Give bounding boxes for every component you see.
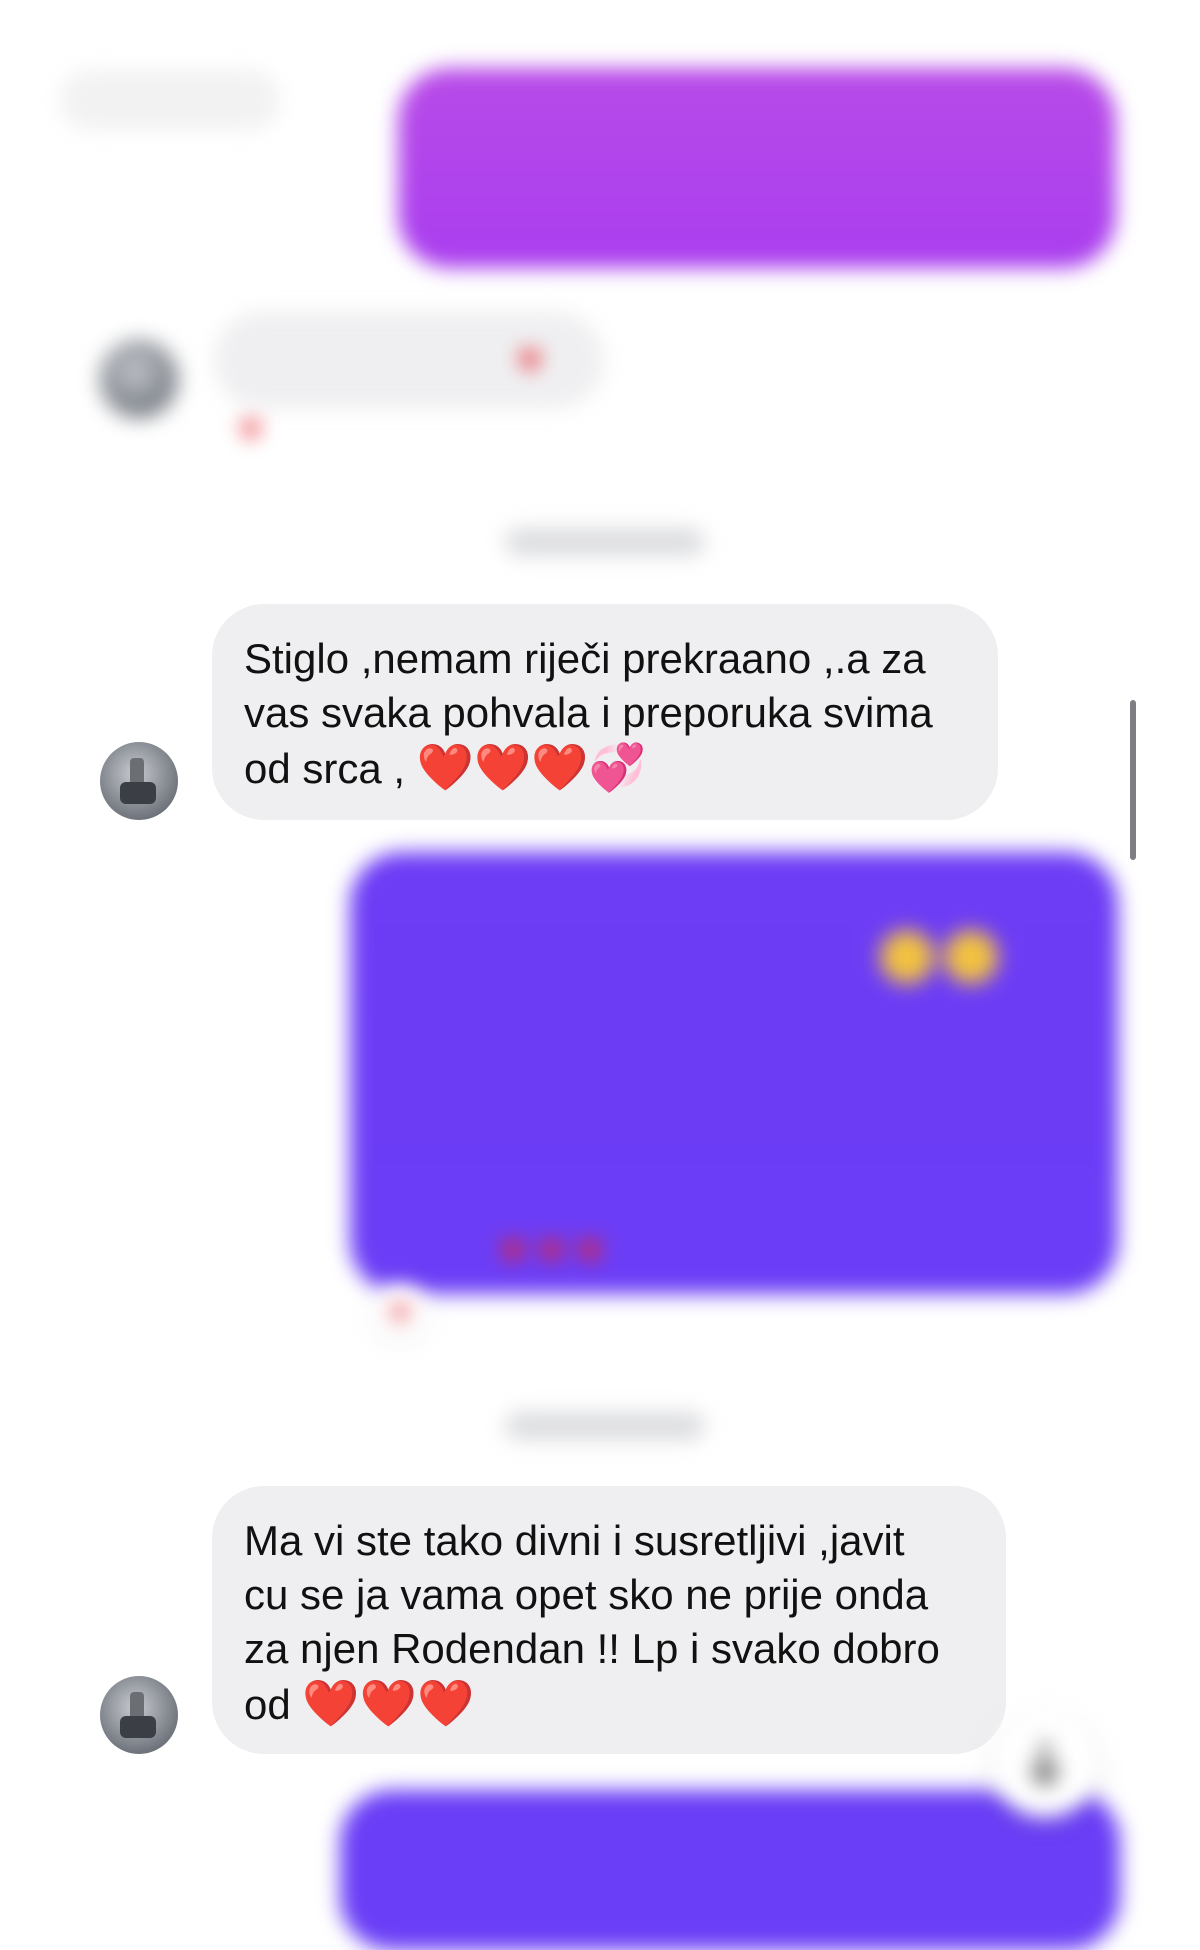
message-text: od srca , xyxy=(244,745,406,792)
chat-thread: ♥ ♥ Stiglo ,nemam riječi prekraano ,.a z… xyxy=(0,0,1200,1950)
avatar[interactable] xyxy=(100,742,178,820)
heart-icon[interactable]: ♥ xyxy=(372,1284,428,1340)
avatar[interactable] xyxy=(100,1676,178,1754)
avatar[interactable] xyxy=(100,340,178,418)
timestamp xyxy=(505,1412,705,1440)
message-line: Ma vi ste tako divni i susretljivi ,javi… xyxy=(244,1517,905,1564)
scroll-down-button[interactable] xyxy=(992,1712,1098,1818)
incoming-message[interactable]: Ma vi ste tako divni i susretljivi ,javi… xyxy=(212,1486,1006,1754)
message-line: vas svaka pohvala i preporuka svima xyxy=(244,689,933,736)
message-line: od srca , ❤️❤️❤️💞 xyxy=(244,740,964,796)
arrow-down-icon xyxy=(1027,1741,1063,1789)
heart-emoji: ❤️❤️❤️ xyxy=(302,1677,475,1729)
timestamp xyxy=(505,528,705,556)
message-text: od xyxy=(244,1681,291,1728)
blurred-element xyxy=(60,70,280,130)
scrollbar[interactable] xyxy=(1130,700,1136,860)
message-line: od ❤️❤️❤️ xyxy=(244,1676,972,1732)
heart-emoji: ❤️❤️❤️💞 xyxy=(416,741,646,793)
message-line: cu se ja vama opet sko ne prije onda xyxy=(244,1571,929,1618)
message-line: Stiglo ,nemam riječi prekraano ,.a za xyxy=(244,635,926,682)
incoming-message[interactable]: Stiglo ,nemam riječi prekraano ,.a za va… xyxy=(212,604,998,820)
message-line: za njen Rodendan !! Lp i svako dobro xyxy=(244,1625,940,1672)
